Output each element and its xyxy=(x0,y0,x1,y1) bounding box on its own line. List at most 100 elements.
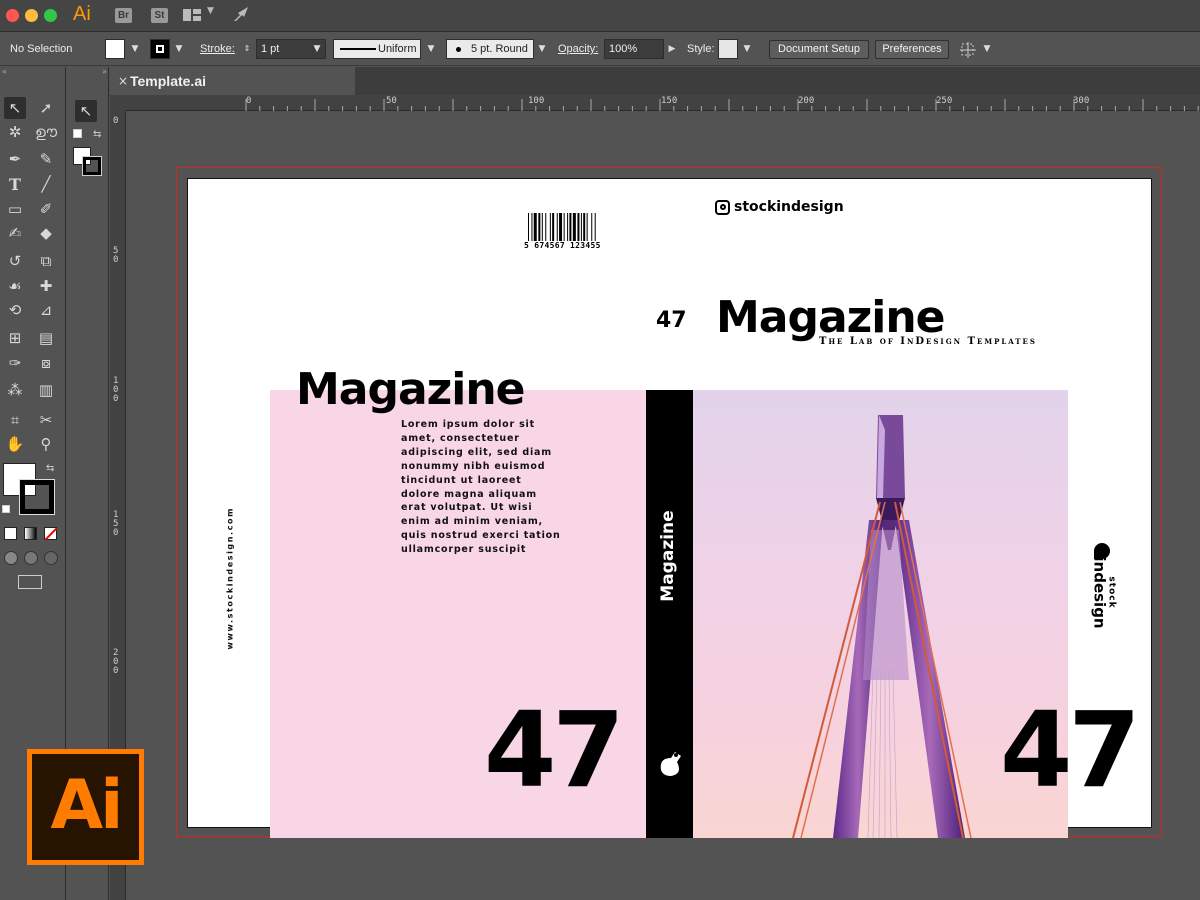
mesh-tool-icon[interactable]: ⊞ xyxy=(4,327,26,349)
eraser-tool-icon[interactable]: ◆ xyxy=(35,222,57,244)
free-transform-tool-icon[interactable]: ⟲ xyxy=(4,299,26,321)
slice-tool-icon[interactable]: ✂ xyxy=(35,409,57,431)
blend-tool-icon[interactable]: ⧇ xyxy=(35,352,57,374)
style-label: Style: xyxy=(687,43,715,55)
stock-button[interactable]: St xyxy=(151,8,168,23)
screen-mode-icon[interactable] xyxy=(18,575,42,589)
paintbrush-tool-icon[interactable]: ✐ xyxy=(35,198,57,220)
chevron-down-icon[interactable]: ▼ xyxy=(310,39,324,59)
collapse-panel-icon[interactable]: » xyxy=(67,67,109,77)
none-mode-icon[interactable] xyxy=(44,527,57,540)
rotate-tool-icon[interactable]: ↺ xyxy=(4,250,26,272)
back-title[interactable]: Magazine xyxy=(296,364,526,415)
brush-dot-icon xyxy=(456,47,461,52)
swap-colors-icon[interactable]: ⇆ xyxy=(46,463,54,474)
pen-tool-icon[interactable]: ✒ xyxy=(4,148,26,170)
illustrator-app-icon: Ai xyxy=(73,3,91,25)
default-colors-icon[interactable] xyxy=(73,129,82,138)
artboard-tool-icon[interactable]: ⌗ xyxy=(4,409,26,431)
gradient-mode-icon[interactable] xyxy=(24,527,37,540)
warp-tool-icon[interactable]: ☙ xyxy=(4,275,26,297)
rectangle-tool-icon[interactable]: ▭ xyxy=(4,198,26,220)
zoom-window-button[interactable] xyxy=(44,9,57,22)
draw-behind-icon[interactable] xyxy=(24,551,38,565)
close-window-button[interactable] xyxy=(6,9,19,22)
swap-colors-icon[interactable]: ⇆ xyxy=(93,129,101,140)
app-title-bar: Ai Br St ▼ xyxy=(0,0,1200,32)
ruler-tick-label: 2 0 0 xyxy=(113,648,119,676)
stroke-swatch[interactable] xyxy=(150,39,170,59)
column-graph-tool-icon[interactable]: ▥ xyxy=(35,379,57,401)
gradient-tool-icon[interactable]: ▤ xyxy=(35,327,57,349)
stroke-color-box[interactable] xyxy=(82,156,102,176)
ruler-ticks xyxy=(245,99,1199,111)
collapse-panel-icon[interactable]: « xyxy=(0,67,66,77)
document-setup-button[interactable]: Document Setup xyxy=(769,40,869,59)
preferences-button[interactable]: Preferences xyxy=(875,40,949,59)
brush-definition-dropdown[interactable]: 5 pt. Round xyxy=(446,39,534,59)
graphic-style-swatch[interactable] xyxy=(718,39,738,59)
scale-tool-icon[interactable]: ⧉ xyxy=(35,250,57,272)
zoom-tool-icon[interactable]: ⚲ xyxy=(35,433,57,455)
symbol-sprayer-tool-icon[interactable]: ⁂ xyxy=(4,379,26,401)
opacity-field[interactable]: 100% xyxy=(604,39,664,59)
spine-title[interactable]: Magazine xyxy=(658,496,678,616)
color-mode-icon[interactable] xyxy=(4,527,17,540)
chevron-down-icon[interactable]: ▼ xyxy=(740,39,754,59)
magic-wand-tool-icon[interactable]: ✲ xyxy=(4,121,26,143)
chevron-down-icon[interactable]: ▼ xyxy=(207,6,214,16)
chevron-down-icon[interactable]: ▼ xyxy=(128,39,142,59)
line-tool-icon[interactable]: ╱ xyxy=(35,173,57,195)
arrange-icon[interactable] xyxy=(959,41,977,64)
chevron-down-icon[interactable]: ▼ xyxy=(424,39,438,59)
back-body-text[interactable]: Lorem ipsum dolor sit amet, consectetuer… xyxy=(401,418,561,557)
draw-inside-icon[interactable] xyxy=(44,551,58,565)
draw-normal-icon[interactable] xyxy=(4,551,18,565)
stroke-label[interactable]: Stroke: xyxy=(200,43,235,55)
selection-tool-icon[interactable]: ↖ xyxy=(4,97,26,119)
shaper-tool-icon[interactable]: ✍ xyxy=(4,222,26,244)
fill-swatch[interactable] xyxy=(105,39,125,59)
direct-selection-tool-icon[interactable]: ➚ xyxy=(35,97,57,119)
bridge-button[interactable]: Br xyxy=(115,8,132,23)
stockindesign-logo[interactable]: stock indesign xyxy=(1090,548,1117,638)
spine-logo-icon xyxy=(657,748,685,783)
selection-tool-icon[interactable]: ↖ xyxy=(75,100,97,122)
document-tab-bar: × Template.ai xyxy=(110,67,1200,95)
brush-value: 5 pt. Round xyxy=(471,43,528,55)
horizontal-ruler[interactable]: 0 50 100 150 200 250 300 xyxy=(126,95,1200,111)
chevron-down-icon[interactable]: ▼ xyxy=(980,39,994,59)
front-issue-number[interactable]: 47 xyxy=(656,308,687,333)
minimize-window-button[interactable] xyxy=(25,9,38,22)
front-issue-number-large[interactable]: 47 xyxy=(1000,698,1141,802)
variable-width-profile-dropdown[interactable]: Uniform xyxy=(333,39,421,59)
ruler-tick-label: 1 0 0 xyxy=(113,376,119,404)
perspective-grid-tool-icon[interactable]: ⊿ xyxy=(35,299,57,321)
chevron-right-icon[interactable]: ▶ xyxy=(665,39,679,59)
side-website-url[interactable]: www.stockindesign.com xyxy=(226,507,235,650)
profile-value: Uniform xyxy=(378,43,417,55)
logo-bottom-text: indesign xyxy=(1090,556,1109,629)
back-issue-number[interactable]: 47 xyxy=(484,698,625,802)
instagram-text: stockindesign xyxy=(734,199,844,215)
hand-tool-icon[interactable]: ✋ xyxy=(4,433,26,455)
ruler-origin[interactable] xyxy=(110,95,126,111)
eyedropper-tool-icon[interactable]: ✑ xyxy=(4,352,26,374)
stroke-color-box[interactable] xyxy=(19,479,55,515)
default-colors-icon[interactable] xyxy=(2,505,10,513)
type-tool-icon[interactable]: T xyxy=(4,173,26,195)
close-tab-icon[interactable]: × xyxy=(118,67,128,95)
stepper-icon[interactable]: ⇕ xyxy=(240,39,254,59)
ruler-tick-label: 5 0 xyxy=(113,246,119,265)
opacity-label[interactable]: Opacity: xyxy=(558,43,598,55)
rocket-icon[interactable] xyxy=(232,5,252,28)
document-tab[interactable]: × Template.ai xyxy=(110,67,355,95)
lasso-tool-icon[interactable]: ഊ xyxy=(35,121,57,143)
puppet-warp-tool-icon[interactable]: ✚ xyxy=(35,275,57,297)
front-subtitle[interactable]: The Lab of InDesign Templates xyxy=(819,336,1037,347)
arrange-documents-icon[interactable] xyxy=(183,8,201,22)
instagram-handle[interactable]: stockindesign xyxy=(715,199,844,215)
curvature-tool-icon[interactable]: ✎ xyxy=(35,148,57,170)
chevron-down-icon[interactable]: ▼ xyxy=(535,39,549,59)
chevron-down-icon[interactable]: ▼ xyxy=(172,39,186,59)
